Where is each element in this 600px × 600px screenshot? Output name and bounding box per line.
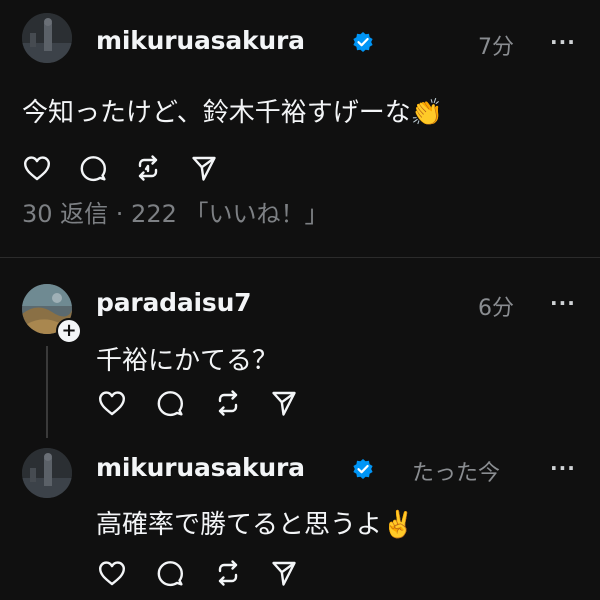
post-username[interactable]: mikuruasakura [96,26,305,55]
divider [0,257,600,258]
verified-badge-icon [352,31,374,53]
post-text-content: 今知ったけど、鈴木千裕すげーな [22,98,411,128]
post-time: 7分 [478,35,514,60]
reply1-username[interactable]: paradaisu7 [96,288,252,317]
victory-hand-emoji: ✌️ [382,510,415,540]
avatar-mikuruasakura[interactable] [22,13,72,63]
reply2-text: 高確率で勝てると思うよ✌️ [96,504,414,541]
repost-icon[interactable] [133,153,163,183]
more-icon[interactable]: ··· [550,291,576,315]
reply1-time: 6分 [478,296,514,321]
thread-line [46,346,48,438]
follow-plus-icon[interactable]: + [56,318,82,344]
reply2-time: たった今 [412,461,501,486]
share-icon[interactable] [269,388,299,418]
post-text: 今知ったけど、鈴木千裕すげーな👏 [22,92,443,129]
reply2-username[interactable]: mikuruasakura [96,453,305,482]
clapping-hands-emoji: 👏 [410,98,444,128]
comment-icon[interactable] [155,388,185,418]
more-icon[interactable]: ··· [550,456,576,480]
repost-icon[interactable] [213,388,243,418]
avatar-mikuruasakura[interactable] [22,448,72,498]
reply2-text-content: 高確率で勝てると思うよ [96,510,383,540]
repost-icon[interactable] [213,558,243,588]
heart-icon[interactable] [97,388,127,418]
comment-icon[interactable] [155,558,185,588]
reply1-text: 千裕にかてる？ [96,346,279,376]
share-icon[interactable] [189,153,219,183]
heart-icon[interactable] [97,558,127,588]
heart-icon[interactable] [22,153,52,183]
more-icon[interactable]: ··· [550,30,576,54]
comment-icon[interactable] [78,153,108,183]
share-icon[interactable] [269,558,299,588]
verified-badge-icon [352,458,374,480]
post-stats[interactable]: 30 返信 · 222 「いいね！」 [22,194,329,229]
